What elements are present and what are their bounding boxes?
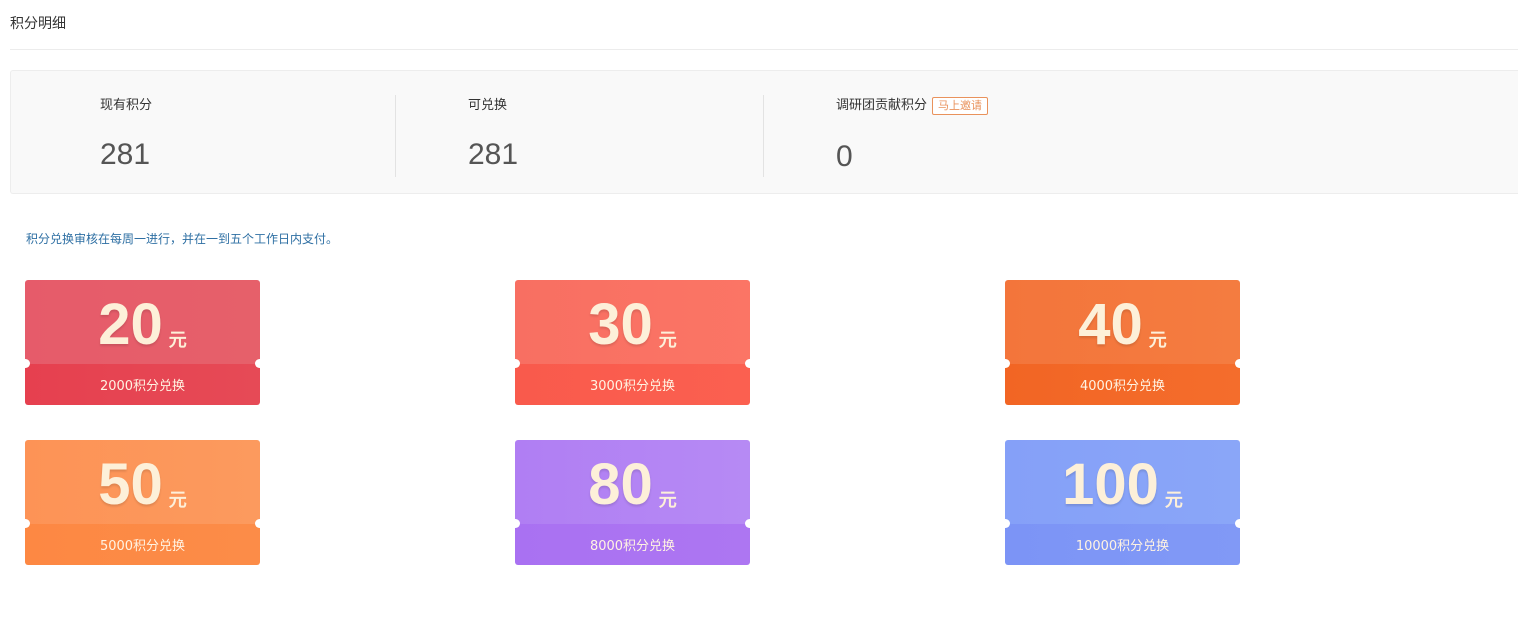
title-divider [10, 49, 1518, 50]
coupon-amount: 100 [1062, 452, 1159, 517]
coupon-amount: 20 [98, 292, 163, 357]
coupon-notch [745, 519, 750, 528]
coupon-40[interactable]: 40 元 4000积分兑换 [1005, 280, 1240, 405]
coupon-30[interactable]: 30 元 3000积分兑换 [515, 280, 750, 405]
coupon-notch [255, 359, 260, 368]
coupon-amount-area: 80 元 [515, 440, 750, 524]
coupon-unit: 元 [168, 490, 187, 511]
exchangeable-points-value: 281 [468, 138, 519, 171]
team-points-value: 0 [836, 140, 853, 173]
exchangeable-points-label: 可兑换 [468, 98, 508, 113]
coupon-caption: 3000积分兑换 [515, 364, 750, 405]
coupon-amount: 80 [588, 452, 653, 517]
exchange-notice: 积分兑换审核在每周一进行，并在一到五个工作日内支付。 [26, 232, 339, 246]
team-points-label: 调研团贡献积分 [836, 98, 928, 113]
points-detail-page: 积分明细 现有积分 281 可兑换 281 调研团贡献积分 马上邀请 0 积分兑… [0, 0, 1518, 630]
coupon-notch [255, 519, 260, 528]
stat-divider [763, 95, 764, 177]
invite-now-button[interactable]: 马上邀请 [932, 97, 989, 115]
coupon-unit: 元 [1148, 330, 1167, 351]
current-points-value: 281 [100, 138, 151, 171]
current-points-label: 现有积分 [100, 98, 153, 113]
coupon-unit: 元 [168, 330, 187, 351]
coupon-caption: 2000积分兑换 [25, 364, 260, 405]
coupon-caption: 10000积分兑换 [1005, 524, 1240, 565]
coupon-notch [1235, 519, 1240, 528]
points-summary-panel: 现有积分 281 可兑换 281 调研团贡献积分 马上邀请 0 [10, 70, 1518, 194]
coupon-caption: 5000积分兑换 [25, 524, 260, 565]
page-title: 积分明细 [10, 16, 66, 32]
coupon-100[interactable]: 100 元 10000积分兑换 [1005, 440, 1240, 565]
coupon-amount-area: 40 元 [1005, 280, 1240, 364]
coupon-notch [745, 359, 750, 368]
coupon-amount: 50 [98, 452, 163, 517]
team-points-label-row: 调研团贡献积分 马上邀请 [836, 97, 989, 115]
coupon-unit: 元 [1164, 490, 1183, 511]
coupon-amount-area: 20 元 [25, 280, 260, 364]
coupon-amount: 30 [588, 292, 653, 357]
coupon-amount: 40 [1078, 292, 1143, 357]
coupon-unit: 元 [658, 490, 677, 511]
coupon-amount-area: 50 元 [25, 440, 260, 524]
coupon-80[interactable]: 80 元 8000积分兑换 [515, 440, 750, 565]
stat-divider [395, 95, 396, 177]
coupon-unit: 元 [658, 330, 677, 351]
coupon-caption: 8000积分兑换 [515, 524, 750, 565]
coupon-amount-area: 30 元 [515, 280, 750, 364]
coupon-50[interactable]: 50 元 5000积分兑换 [25, 440, 260, 565]
coupon-notch [1235, 359, 1240, 368]
coupon-amount-area: 100 元 [1005, 440, 1240, 524]
coupon-caption: 4000积分兑换 [1005, 364, 1240, 405]
coupon-20[interactable]: 20 元 2000积分兑换 [25, 280, 260, 405]
